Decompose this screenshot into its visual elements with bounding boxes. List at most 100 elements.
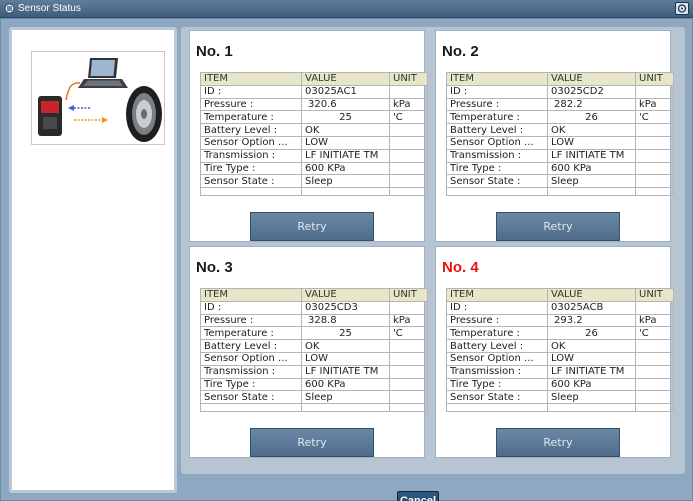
table-row: Tire Type : 600 KPa <box>200 377 428 392</box>
row-label: Sensor Option ... <box>446 351 548 366</box>
id-value: 03025CD2 <box>547 84 636 99</box>
row-label: Sensor State : <box>446 390 548 405</box>
row-unit: kPa <box>389 313 428 328</box>
table-row: Battery Level : OK <box>446 123 674 137</box>
row-label: Temperature : <box>200 326 302 341</box>
column-header-item: ITEM <box>446 72 548 86</box>
table-row: Tire Type : 600 KPa <box>446 377 674 392</box>
row-label: Sensor Option ... <box>200 135 302 150</box>
row-label: Sensor State : <box>200 390 302 405</box>
retry-button-2[interactable]: Retry <box>496 212 620 241</box>
state-value: Sleep <box>301 390 390 405</box>
table-row: Tire Type : 600 KPa <box>446 161 674 176</box>
row-unit <box>635 351 674 366</box>
table-row: Pressure : 293.2 kPa <box>446 313 674 328</box>
row-label: Battery Level : <box>446 339 548 353</box>
sensor-card-2: No. 2 ITEM VALUE UNIT ID : 03025CD2 Pres… <box>435 30 674 242</box>
table-row: Battery Level : OK <box>200 339 428 353</box>
row-label: Sensor State : <box>200 174 302 189</box>
window-title: Sensor Status <box>18 3 81 14</box>
row-unit <box>389 390 428 405</box>
row-label: Tire Type : <box>446 377 548 392</box>
table-row: Transmission : LF INITIATE TM <box>200 364 428 379</box>
battery-value: OK <box>547 339 636 353</box>
row-unit <box>389 364 428 379</box>
row-unit <box>389 135 428 150</box>
tire-icon <box>126 86 162 142</box>
help-button[interactable] <box>675 2 689 15</box>
row-label: Sensor Option ... <box>200 351 302 366</box>
table-row: Sensor Option ... LOW <box>446 135 674 150</box>
sensor-card-4: No. 4 ITEM VALUE UNIT ID : 03025ACB Pres… <box>435 246 674 458</box>
row-label: Transmission : <box>200 148 302 163</box>
column-header-unit: UNIT <box>635 72 674 86</box>
row-unit <box>635 148 674 163</box>
cancel-button[interactable]: Cancel <box>397 491 439 501</box>
table-row: Battery Level : OK <box>446 339 674 353</box>
row-label: Pressure : <box>446 97 548 112</box>
row-unit <box>635 300 674 315</box>
table-row: Sensor State : Sleep <box>446 174 674 189</box>
row-unit <box>389 84 428 99</box>
retry-button-1[interactable]: Retry <box>250 212 374 241</box>
row-label: Battery Level : <box>200 339 302 353</box>
table-row: Pressure : 320.6 kPa <box>200 97 428 112</box>
row-unit <box>389 148 428 163</box>
sensor-table-1: ITEM VALUE UNIT ID : 03025AC1 Pressure :… <box>200 72 428 197</box>
title-bar: Sensor Status <box>0 0 693 18</box>
column-header-unit: UNIT <box>389 72 428 86</box>
row-unit: 'C <box>635 326 674 341</box>
transmission-value: LF INITIATE TM <box>301 364 390 379</box>
row-unit <box>635 377 674 392</box>
row-label: Transmission : <box>446 148 548 163</box>
transmission-value: LF INITIATE TM <box>301 148 390 163</box>
row-unit: kPa <box>635 97 674 112</box>
row-unit <box>389 339 428 353</box>
retry-button-4[interactable]: Retry <box>496 428 620 457</box>
column-header-item: ITEM <box>446 288 548 302</box>
row-unit <box>389 174 428 189</box>
table-header: ITEM VALUE UNIT <box>200 288 428 302</box>
row-label: Temperature : <box>200 110 302 125</box>
battery-value: OK <box>301 339 390 353</box>
table-header: ITEM VALUE UNIT <box>446 288 674 302</box>
table-row: Sensor State : Sleep <box>200 390 428 405</box>
battery-value: OK <box>301 123 390 137</box>
table-header: ITEM VALUE UNIT <box>200 72 428 86</box>
temperature-value: 26 <box>547 110 636 125</box>
row-unit <box>635 390 674 405</box>
tire-type-value: 600 KPa <box>301 377 390 392</box>
pressure-value: 320.6 <box>301 97 390 112</box>
row-label: Sensor Option ... <box>446 135 548 150</box>
row-unit <box>635 84 674 99</box>
row-unit <box>635 339 674 353</box>
table-row: Transmission : LF INITIATE TM <box>200 148 428 163</box>
table-row: ID : 03025CD3 <box>200 300 428 315</box>
table-row: Sensor Option ... LOW <box>446 351 674 366</box>
retry-button-3[interactable]: Retry <box>250 428 374 457</box>
table-row: ID : 03025AC1 <box>200 84 428 99</box>
row-label: ID : <box>200 84 302 99</box>
column-header-value: VALUE <box>301 72 390 86</box>
left-panel <box>9 27 177 493</box>
sensor-table-2: ITEM VALUE UNIT ID : 03025CD2 Pressure :… <box>446 72 674 197</box>
id-value: 03025AC1 <box>301 84 390 99</box>
pressure-value: 293.2 <box>547 313 636 328</box>
row-label: Temperature : <box>446 326 548 341</box>
state-value: Sleep <box>301 174 390 189</box>
row-label: Temperature : <box>446 110 548 125</box>
row-label: Transmission : <box>200 364 302 379</box>
transmission-value: LF INITIATE TM <box>547 148 636 163</box>
column-header-unit: UNIT <box>635 288 674 302</box>
row-unit <box>389 123 428 137</box>
window-frame: No. 1 ITEM VALUE UNIT ID : 03025AC1 Pres… <box>0 18 693 501</box>
row-label: ID : <box>446 84 548 99</box>
column-header-item: ITEM <box>200 288 302 302</box>
tire-type-value: 600 KPa <box>547 161 636 176</box>
row-label: Pressure : <box>446 313 548 328</box>
table-row: Sensor Option ... LOW <box>200 351 428 366</box>
transmission-value: LF INITIATE TM <box>547 364 636 379</box>
option-value: LOW <box>301 135 390 150</box>
tpms-tool-icon <box>38 96 62 136</box>
sensor-grid: No. 1 ITEM VALUE UNIT ID : 03025AC1 Pres… <box>181 27 685 474</box>
